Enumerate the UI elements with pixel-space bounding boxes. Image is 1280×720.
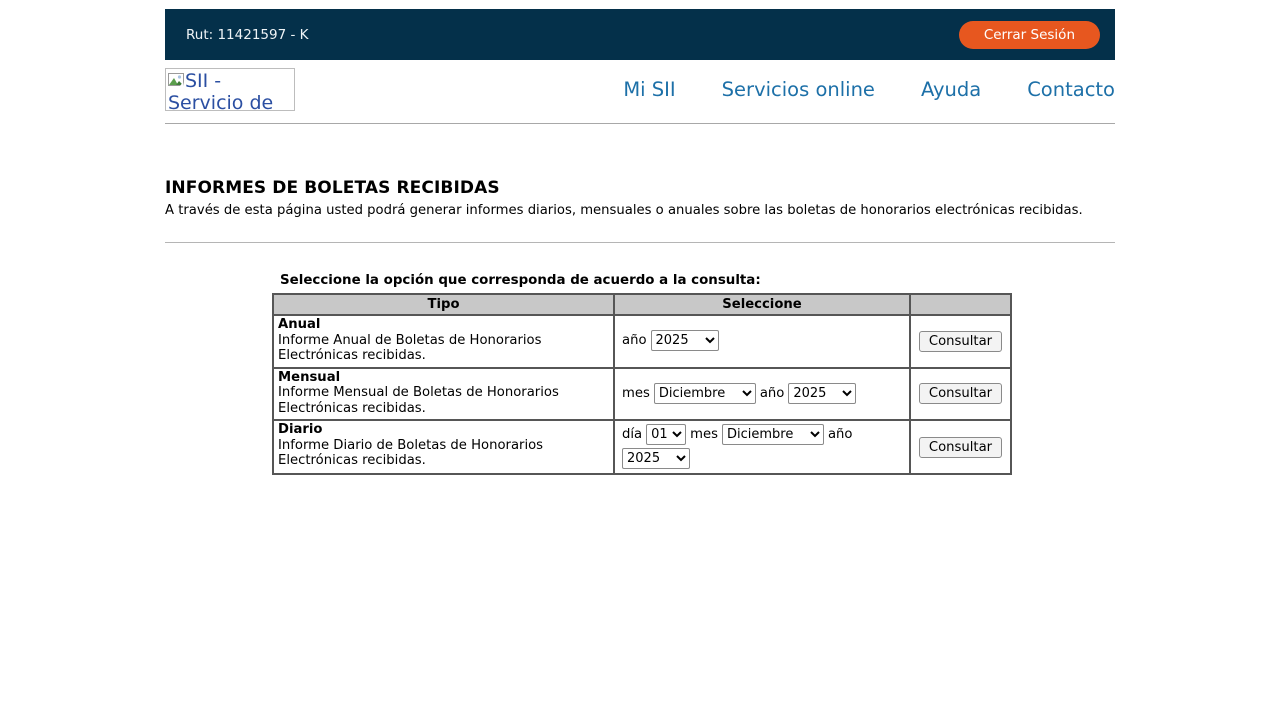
year-select-label: año xyxy=(622,333,647,348)
report-type-label: Diario xyxy=(278,422,322,437)
page-intro: A través de esta página usted podrá gene… xyxy=(165,203,1115,218)
report-type-label: Mensual xyxy=(278,370,340,385)
sii-logo-broken-image[interactable]: SII - Servicio de xyxy=(165,68,295,111)
consultar-button-diario[interactable]: Consultar xyxy=(919,437,1002,458)
report-row-mensual: MensualInforme Mensual de Boletas de Hon… xyxy=(273,368,1011,421)
report-row-anual: AnualInforme Anual de Boletas de Honorar… xyxy=(273,315,1011,368)
header-empty xyxy=(910,294,1011,315)
consultar-button-anual[interactable]: Consultar xyxy=(919,331,1002,352)
report-select-cell: mes Diciembre año2025 xyxy=(614,368,910,421)
table-header-row: Tipo Seleccione xyxy=(273,294,1011,315)
diario-year-select[interactable]: 2025 xyxy=(622,448,690,469)
nav-link-misii[interactable]: Mi SII xyxy=(623,78,675,101)
diario-day-select[interactable]: 01 xyxy=(646,424,686,445)
nav-link-contacto[interactable]: Contacto xyxy=(1027,78,1115,101)
report-select-cell: día 01 mes Diciembre año 2025 xyxy=(614,420,910,474)
anual-year-select[interactable]: 2025 xyxy=(651,330,719,351)
nav-link-serviciosonline[interactable]: Servicios online xyxy=(722,78,875,101)
rut-text: Rut: 11421597 - K xyxy=(186,27,308,43)
nav-link-ayuda[interactable]: Ayuda xyxy=(921,78,981,101)
year-select-label: año xyxy=(828,427,853,442)
report-row-diario: DiarioInforme Diario de Boletas de Honor… xyxy=(273,420,1011,474)
table-caption: Seleccione la opción que corresponda de … xyxy=(280,273,1115,288)
site-header: SII - Servicio de Mi SII Servicios online… xyxy=(165,60,1115,111)
mensual-month-select[interactable]: Diciembre xyxy=(654,383,756,404)
day-select-label: día xyxy=(622,427,642,442)
header-seleccione: Seleccione xyxy=(614,294,910,315)
report-type-description: Informe Diario de Boletas de Honorarios … xyxy=(278,438,609,469)
report-type-cell: MensualInforme Mensual de Boletas de Hon… xyxy=(273,368,614,421)
top-bar: Rut: 11421597 - K Cerrar Sesión xyxy=(165,9,1115,60)
report-action-cell: Consultar xyxy=(910,420,1011,474)
content-divider xyxy=(165,242,1115,243)
page-title: INFORMES DE BOLETAS RECIBIDAS xyxy=(165,178,1115,198)
diario-month-select[interactable]: Diciembre xyxy=(722,424,824,445)
report-type-cell: AnualInforme Anual de Boletas de Honorar… xyxy=(273,315,614,368)
month-select-label: mes xyxy=(690,427,718,442)
year-select-label: año xyxy=(760,386,785,401)
report-type-description: Informe Mensual de Boletas de Honorarios… xyxy=(278,385,609,416)
report-select-cell: año 2025 xyxy=(614,315,910,368)
mensual-year-select[interactable]: 2025 xyxy=(788,383,856,404)
month-select-label: mes xyxy=(622,386,650,401)
report-type-description: Informe Anual de Boletas de Honorarios E… xyxy=(278,333,609,364)
report-type-label: Anual xyxy=(278,317,320,332)
main-nav: Mi SII Servicios online Ayuda Contacto xyxy=(623,78,1115,101)
report-action-cell: Consultar xyxy=(910,315,1011,368)
header-tipo: Tipo xyxy=(273,294,614,315)
report-type-cell: DiarioInforme Diario de Boletas de Honor… xyxy=(273,420,614,474)
header-divider xyxy=(165,123,1115,124)
page-container: Rut: 11421597 - K Cerrar Sesión SII - Se… xyxy=(165,0,1115,475)
report-options-table: Tipo Seleccione AnualInforme Anual de Bo… xyxy=(272,293,1012,475)
report-action-cell: Consultar xyxy=(910,368,1011,421)
logout-button[interactable]: Cerrar Sesión xyxy=(959,21,1100,49)
report-table-body: AnualInforme Anual de Boletas de Honorar… xyxy=(273,315,1011,474)
broken-image-icon xyxy=(168,73,184,89)
consultar-button-mensual[interactable]: Consultar xyxy=(919,383,1002,404)
